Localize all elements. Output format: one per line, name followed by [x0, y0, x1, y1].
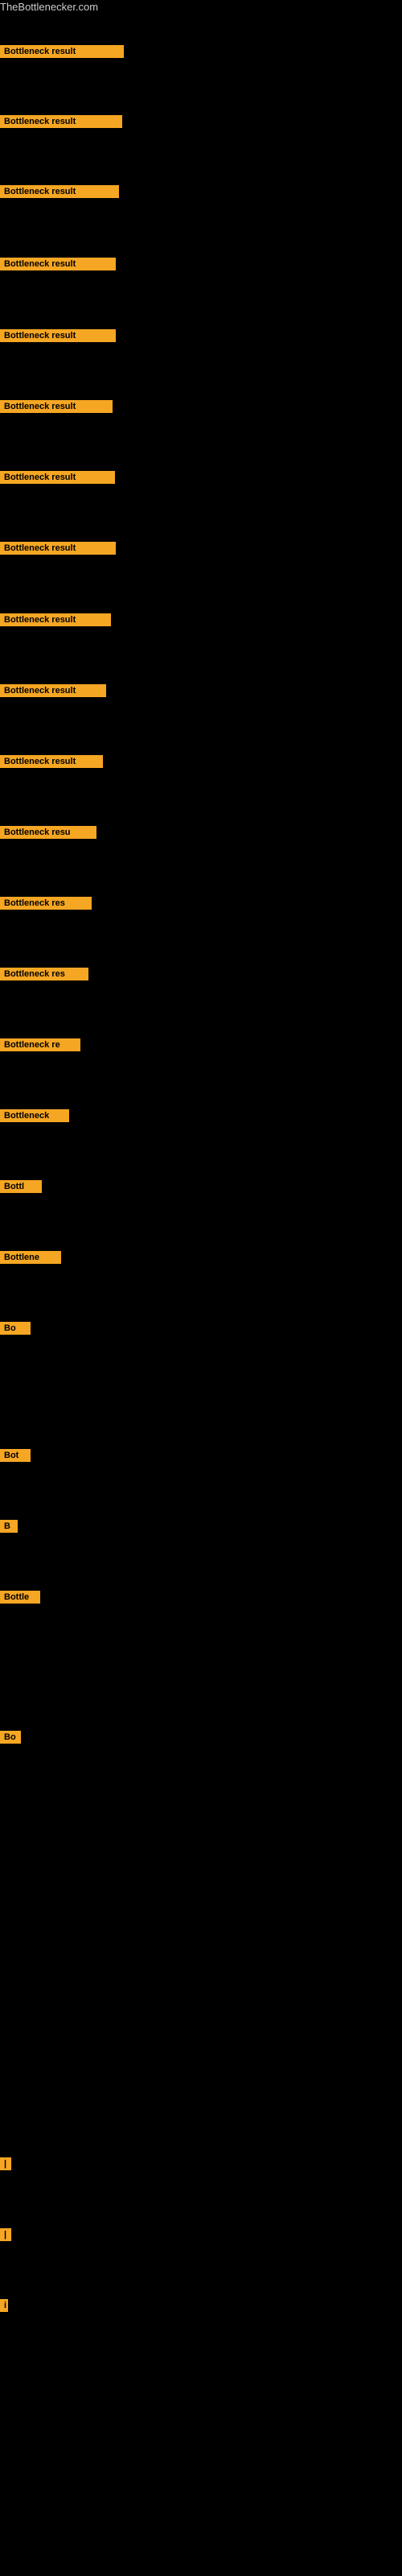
- bottleneck-result-badge: |: [0, 2157, 11, 2170]
- bottleneck-result-badge: Bottleneck: [0, 1109, 69, 1122]
- bottleneck-result-badge: Bottleneck result: [0, 185, 119, 198]
- bottleneck-result-badge: Bo: [0, 1731, 21, 1744]
- bottleneck-result-badge: Bottleneck result: [0, 115, 122, 128]
- bottleneck-result-badge: Bottleneck resu: [0, 826, 96, 839]
- bottleneck-result-badge: Bottleneck result: [0, 542, 116, 555]
- bottleneck-result-badge: Bottleneck result: [0, 400, 113, 413]
- bottleneck-result-badge: Bottle: [0, 1591, 40, 1604]
- bottleneck-result-badge: Bottleneck res: [0, 897, 92, 910]
- bottleneck-result-badge: i: [0, 2299, 8, 2312]
- bottleneck-result-badge: Bottleneck result: [0, 329, 116, 342]
- bottleneck-result-badge: Bottleneck result: [0, 45, 124, 58]
- bottleneck-result-badge: Bottleneck result: [0, 755, 103, 768]
- bottleneck-result-badge: Bottl: [0, 1180, 42, 1193]
- bottleneck-result-badge: Bottleneck result: [0, 258, 116, 270]
- bottleneck-result-badge: Bot: [0, 1449, 31, 1462]
- bottleneck-result-badge: Bottleneck result: [0, 613, 111, 626]
- bottleneck-result-badge: B: [0, 1520, 18, 1533]
- site-title: TheBottlenecker.com: [0, 0, 402, 14]
- bottleneck-result-badge: Bottleneck res: [0, 968, 88, 980]
- bottleneck-result-badge: Bottleneck result: [0, 684, 106, 697]
- bottleneck-result-badge: Bottleneck result: [0, 471, 115, 484]
- bottleneck-result-badge: Bottlene: [0, 1251, 61, 1264]
- bottleneck-result-badge: Bo: [0, 1322, 31, 1335]
- bottleneck-result-badge: |: [0, 2228, 11, 2241]
- bottleneck-result-badge: Bottleneck re: [0, 1038, 80, 1051]
